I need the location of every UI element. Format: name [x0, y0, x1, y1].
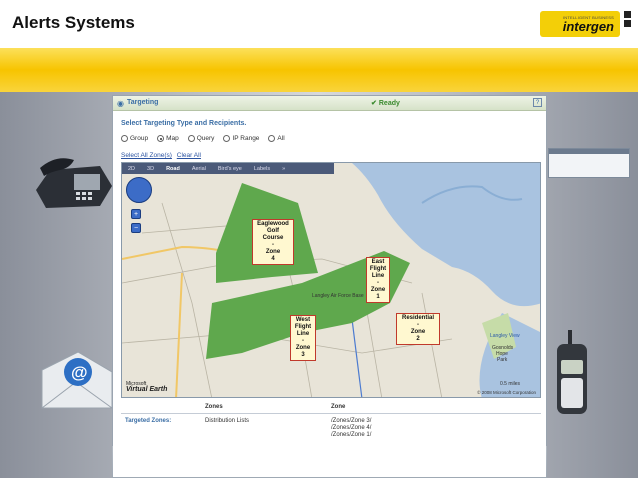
zone-label-line: Golf: [267, 228, 279, 234]
status-indicator: ✔ Ready: [371, 99, 400, 107]
map-mode-2d[interactable]: 2D: [122, 166, 141, 172]
svg-text:@: @: [71, 363, 88, 382]
email-envelope-icon: @: [41, 351, 113, 409]
radio-label: IP Range: [232, 135, 260, 142]
radio-query[interactable]: Query: [187, 135, 215, 142]
yellow-banner: [0, 48, 638, 92]
mini-window-thumbnail: [548, 148, 630, 178]
map-pan-control[interactable]: [126, 177, 152, 203]
radio-group[interactable]: Group: [121, 135, 148, 142]
zone-label-line: Eaglewood: [257, 221, 289, 227]
zone-label-line: 3: [301, 352, 305, 358]
zone-label-line: Zone: [370, 287, 386, 293]
zone-label-line: Residential: [401, 315, 434, 321]
logo-wordmark: intergen: [562, 18, 614, 34]
zone-path-item: /Zones/Zone 4/: [331, 425, 372, 431]
zoom-in-button[interactable]: +: [131, 209, 141, 219]
window-reflection: [112, 446, 547, 478]
window-titlebar: ◉ Targeting ✔ Ready ?: [113, 96, 546, 111]
zone-label-line: Line: [296, 331, 310, 337]
zone-label-line: 2: [416, 336, 420, 342]
zone-label-line: -: [377, 280, 379, 286]
zone-label-line: Zone: [295, 345, 311, 351]
zone-label-line: Course: [262, 235, 284, 241]
logo-dots-icon: [624, 11, 632, 37]
zone-label-line: -: [302, 338, 304, 344]
map-copyright: © 2008 Microsoft Corporation: [477, 390, 536, 395]
desk-phone-icon: [36, 158, 112, 208]
radio-label: Query: [196, 135, 215, 142]
radio-all[interactable]: All: [268, 135, 285, 142]
radio-button-icon[interactable]: [223, 135, 231, 142]
map-scale: 0.5 miles: [499, 381, 520, 387]
distribution-lists-cell: Distribution Lists: [205, 418, 250, 424]
map-mode-aerial[interactable]: Aerial: [186, 166, 212, 172]
map-mode-3d[interactable]: 3D: [141, 166, 160, 172]
selection-links: Select All Zone(s) Clear All: [121, 152, 204, 159]
zone-label-line: Flight: [369, 266, 387, 272]
table-header-zones: Zones: [205, 404, 223, 410]
map-mode-labels[interactable]: Labels: [248, 166, 276, 172]
table-header-zone: Zone: [331, 404, 346, 410]
virtual-earth-brand: Microsoft Virtual Earth: [126, 381, 167, 393]
zone-label-line: Zone: [410, 329, 426, 335]
zone-label-line: -: [272, 242, 274, 248]
radio-ip-range[interactable]: IP Range: [223, 135, 259, 142]
zone-1-label[interactable]: East Flight Line - Zone 1: [366, 257, 390, 303]
zone-2-label[interactable]: Residential - Zone 2: [396, 313, 440, 345]
slide-header: Alerts Systems INTELLIGENT BUSINESS inte…: [0, 0, 638, 48]
park-label-3: Park: [497, 357, 508, 363]
map-mode-bird-s-eye[interactable]: Bird's eye: [212, 166, 248, 172]
map-view-toolbar: 2D 3D Road Aerial Bird's eye Labels»: [122, 163, 334, 174]
help-button[interactable]: ?: [533, 98, 542, 107]
clear-all-link[interactable]: Clear All: [177, 152, 201, 159]
zone-label-line: Flight: [294, 324, 312, 330]
radio-label: Group: [130, 135, 149, 142]
zone-label-line: West: [295, 317, 311, 323]
air-force-base-label: Langley Air Force Base: [312, 293, 364, 299]
zone-path-item: /Zones/Zone 3/: [331, 418, 372, 424]
zone-label-line: -: [417, 322, 419, 328]
select-all-zones-link[interactable]: Select All Zone(s): [121, 152, 172, 159]
zone-label-line: 4: [271, 256, 275, 262]
checkmark-icon: ✔: [371, 100, 377, 107]
zone-label-line: 1: [376, 294, 380, 300]
two-way-radio-icon: [557, 330, 587, 414]
window-title: Targeting: [127, 99, 159, 106]
zone-label-line: Zone: [265, 249, 281, 255]
zone-3-label[interactable]: West Flight Line - Zone 3: [290, 315, 316, 361]
radio-button-icon[interactable]: [268, 135, 276, 142]
radio-button-icon[interactable]: [121, 135, 128, 142]
map-mode--[interactable]: »: [276, 166, 291, 172]
radio-button-icon[interactable]: [157, 135, 165, 142]
zone-paths-list: /Zones/Zone 3/ /Zones/Zone 4/ /Zones/Zon…: [331, 418, 371, 439]
map-mode-road[interactable]: Road: [160, 166, 186, 172]
intergen-logo: INTELLIGENT BUSINESS intergen: [540, 11, 620, 37]
status-text: Ready: [378, 100, 400, 107]
targeted-zones-label: Targeted Zones:: [125, 418, 172, 424]
radio-button-icon[interactable]: [187, 135, 195, 142]
zone-path-item: /Zones/Zone 1/: [331, 432, 372, 438]
virtual-earth-label: Virtual Earth: [126, 386, 168, 393]
zoom-out-button[interactable]: −: [131, 223, 141, 233]
targeting-window: ◉ Targeting ✔ Ready ? Select Targeting Ty…: [112, 95, 547, 478]
targeting-type-radios: Group Map Query IP Range All: [121, 135, 285, 142]
zone-4-label[interactable]: Eaglewood Golf Course - Zone 4: [252, 219, 294, 265]
zone-label-line: Line: [371, 273, 385, 279]
map-canvas[interactable]: Langley Air Force Base Langley View Gosn…: [122, 163, 541, 398]
targeting-icon: ◉: [117, 99, 124, 108]
radio-map[interactable]: Map: [157, 135, 179, 142]
slide-title: Alerts Systems: [12, 13, 135, 32]
radio-label: Map: [166, 135, 179, 142]
place-label: Langley View: [490, 333, 520, 339]
zone-map[interactable]: Langley Air Force Base Langley View Gosn…: [121, 162, 541, 398]
zone-label-line: East: [371, 259, 385, 265]
section-label: Select Targeting Type and Recipients.: [121, 120, 247, 127]
table-divider: [121, 413, 541, 414]
radio-label: All: [277, 135, 285, 142]
